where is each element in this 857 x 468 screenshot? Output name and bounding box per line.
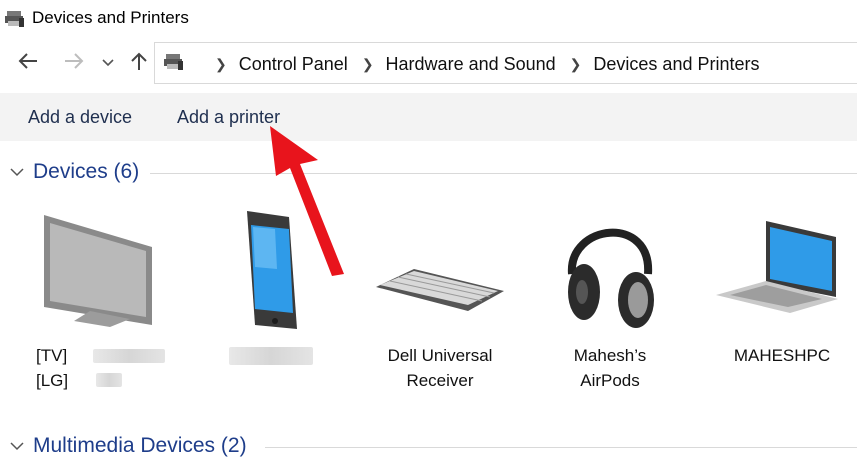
chevron-down-icon [102, 54, 114, 72]
annotation-arrow-icon [260, 120, 360, 285]
device-label-line2: Receiver [406, 371, 474, 390]
up-button[interactable] [126, 48, 152, 78]
device-label: [TV][LG] [36, 346, 69, 390]
device-keyboard[interactable]: Dell Universal Receiver [360, 205, 520, 395]
device-tv[interactable]: [TV][LG] [30, 205, 170, 390]
recent-locations-button[interactable] [98, 48, 118, 78]
device-headphones[interactable]: Mahesh’s AirPods [540, 200, 680, 395]
window-title: Devices and Printers [32, 8, 189, 27]
devices-printers-icon [4, 9, 26, 34]
devices-group-label: Devices (6) [33, 160, 140, 183]
laptop-icon [714, 217, 840, 318]
arrow-up-icon [131, 51, 147, 76]
forward-button[interactable] [58, 48, 90, 78]
add-device-button[interactable]: Add a device [28, 107, 132, 128]
breadcrumb-devices-and-printers[interactable]: Devices and Printers [593, 54, 759, 75]
device-label-line2: AirPods [580, 371, 640, 390]
redacted-text [93, 349, 165, 363]
keyboard-icon [374, 265, 506, 318]
device-label-line1: Dell Universal [387, 346, 493, 365]
chevron-down-icon[interactable] [10, 438, 24, 456]
multimedia-group-label: Multimedia Devices (2) [33, 434, 247, 457]
redacted-text [229, 347, 313, 365]
arrow-right-icon [63, 52, 85, 75]
address-bar[interactable]: ❯ Control Panel ❯ Hardware and Sound ❯ D… [154, 42, 857, 84]
group-divider [150, 173, 857, 174]
breadcrumb-hardware-and-sound[interactable]: Hardware and Sound [386, 54, 556, 75]
tv-icon [40, 211, 158, 336]
chevron-down-icon[interactable] [10, 164, 24, 182]
control-panel-icon [163, 52, 185, 77]
headphones-icon [562, 204, 658, 335]
title-bar: Devices and Printers [0, 0, 857, 38]
chevron-right-icon[interactable]: ❯ [362, 56, 374, 73]
back-button[interactable] [12, 48, 44, 78]
multimedia-group-header[interactable]: Multimedia Devices (2) [0, 432, 857, 466]
chevron-right-icon[interactable]: ❯ [570, 56, 582, 73]
device-label: MAHESHPC [733, 346, 831, 365]
device-laptop[interactable]: MAHESHPC [712, 205, 852, 385]
redacted-text [96, 373, 122, 387]
breadcrumb-control-panel[interactable]: Control Panel [239, 54, 348, 75]
chevron-right-icon[interactable]: ❯ [215, 56, 227, 73]
devices-group-header[interactable]: Devices (6) [0, 158, 857, 192]
command-bar: Add a device Add a printer [0, 93, 857, 141]
arrow-left-icon [17, 52, 39, 75]
group-divider [265, 447, 857, 448]
device-label-line1: Mahesh’s [573, 346, 647, 365]
